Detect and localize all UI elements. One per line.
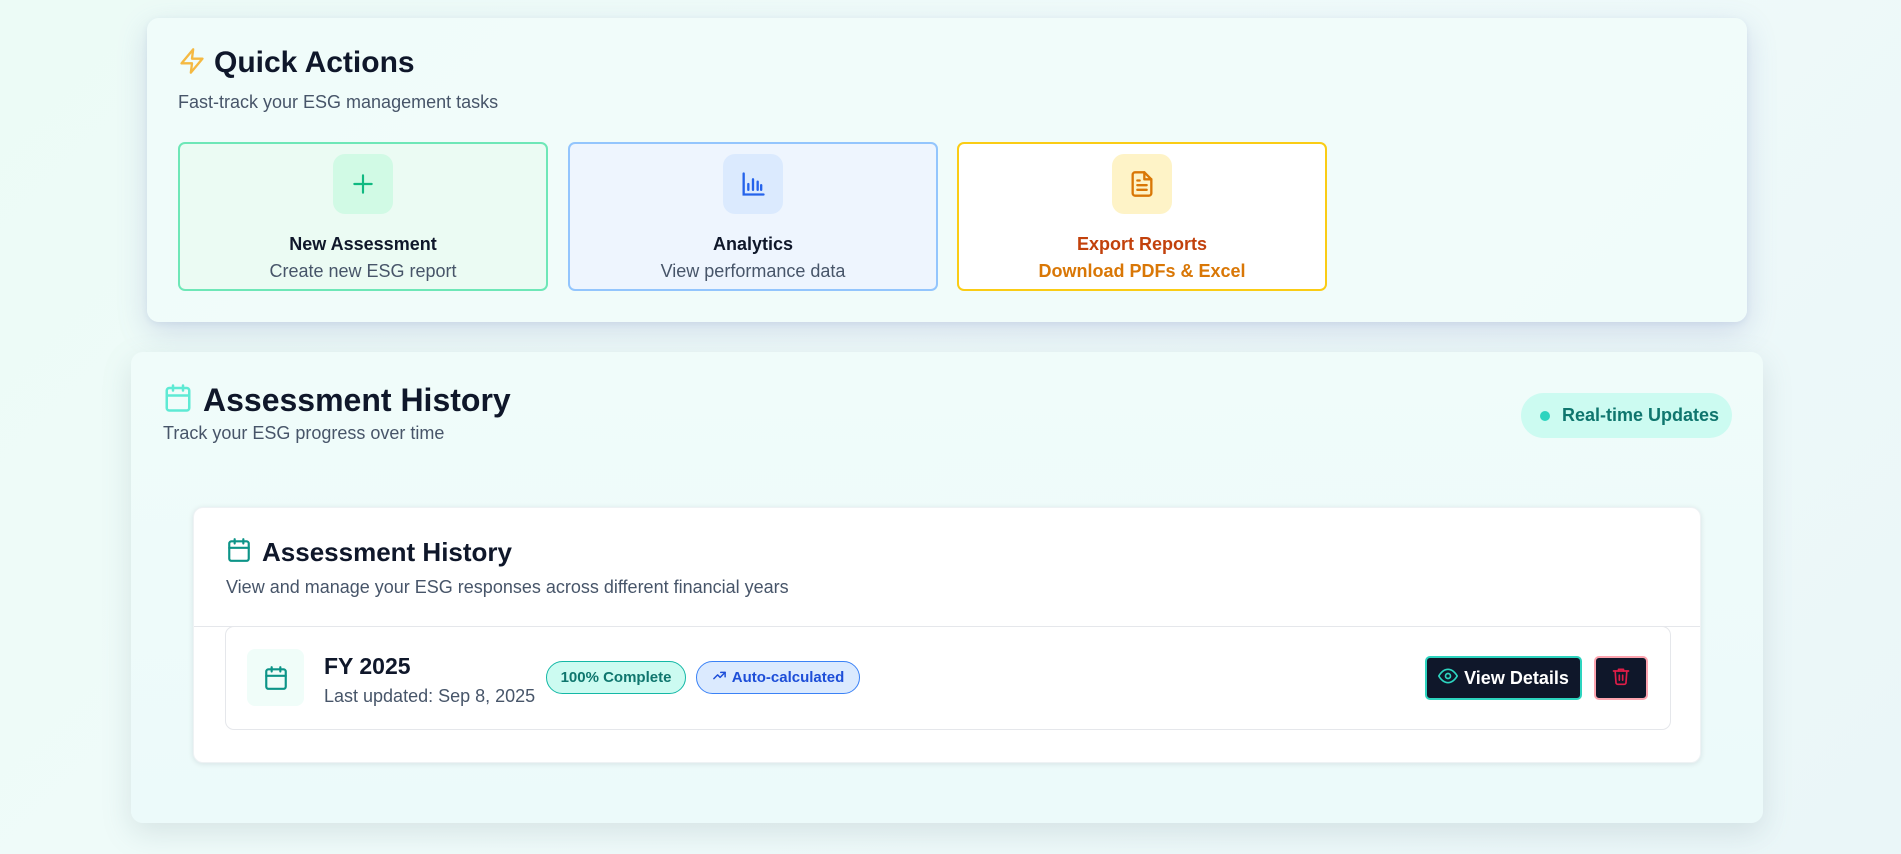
fiscal-year: FY 2025 [324, 653, 411, 679]
quick-actions-card: Quick Actions Fast-track your ESG manage… [147, 18, 1747, 322]
assessment-history-panel: Assessment History View and manage your … [193, 507, 1701, 763]
new-assessment-title: New Assessment [289, 234, 437, 254]
delete-button[interactable] [1594, 656, 1648, 700]
quick-actions-header: Quick Actions [178, 46, 415, 80]
document-icon [1112, 154, 1172, 214]
lightning-icon [178, 47, 206, 80]
history-section-subtitle: Track your ESG progress over time [163, 423, 445, 443]
completion-badge: 100% Complete [546, 661, 686, 694]
calendar-icon [163, 383, 193, 418]
assessment-row: FY 2025 Last updated: Sep 8, 2025 100% C… [225, 626, 1671, 730]
auto-calculated-label: Auto-calculated [731, 669, 845, 686]
trending-up-icon [712, 668, 727, 687]
realtime-status-badge: Real-time Updates [1521, 393, 1732, 438]
view-details-label: View Details [1464, 667, 1569, 688]
plus-icon [333, 154, 393, 214]
analytics-button[interactable]: Analytics View performance data [568, 142, 938, 291]
history-section-header: Assessment History [163, 382, 511, 419]
assessment-history-section: Assessment History Track your ESG progre… [131, 352, 1763, 823]
export-reports-subtitle: Download PDFs & Excel [1038, 261, 1246, 281]
analytics-title: Analytics [712, 234, 794, 254]
history-section-title: Assessment History [203, 382, 511, 418]
new-assessment-button[interactable]: New Assessment Create new ESG report [178, 142, 548, 291]
quick-actions-subtitle: Fast-track your ESG management tasks [178, 92, 499, 112]
eye-icon [1438, 666, 1459, 691]
calendar-icon [247, 649, 304, 706]
realtime-status-label: Real-time Updates [1562, 405, 1720, 425]
history-panel-subtitle: View and manage your ESG responses acros… [226, 577, 789, 597]
completion-badge-label: 100% Complete [560, 669, 672, 686]
status-dot [1540, 410, 1550, 421]
history-panel-header: Assessment History [226, 537, 512, 568]
history-panel-title: Assessment History [262, 537, 512, 567]
last-updated: Last updated: Sep 8, 2025 [324, 686, 536, 706]
analytics-subtitle: View performance data [660, 261, 846, 281]
trash-icon [1611, 666, 1631, 691]
quick-actions-title: Quick Actions [214, 46, 415, 79]
view-details-button[interactable]: View Details [1425, 656, 1582, 700]
calendar-icon [226, 537, 252, 568]
new-assessment-subtitle: Create new ESG report [269, 261, 457, 281]
bar-chart-icon [723, 154, 783, 214]
export-reports-title: Export Reports [1076, 234, 1208, 254]
auto-calculated-badge: Auto-calculated [696, 661, 860, 694]
export-reports-button[interactable]: Export Reports Download PDFs & Excel [957, 142, 1327, 291]
